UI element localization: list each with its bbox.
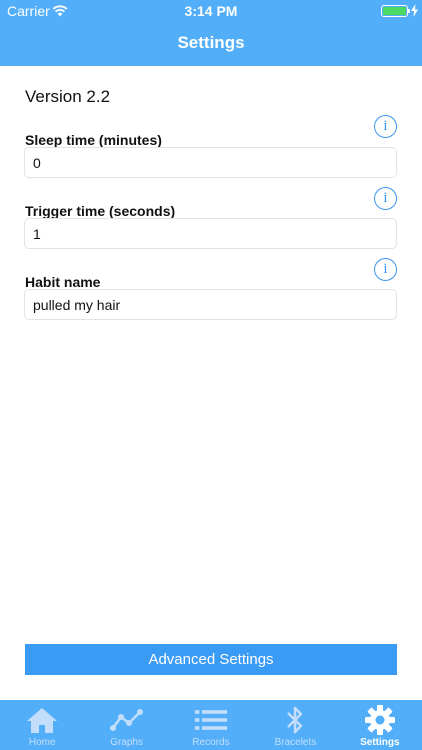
- tab-settings-label: Settings: [360, 737, 400, 748]
- tab-graphs[interactable]: Graphs: [84, 700, 168, 750]
- habit-name-info-icon[interactable]: i: [374, 258, 397, 281]
- graph-icon: [109, 705, 144, 735]
- version-label: Version 2.2: [25, 87, 111, 106]
- trigger-time-input[interactable]: [24, 218, 397, 249]
- trigger-time-label: Trigger time (seconds): [25, 203, 176, 219]
- tab-settings[interactable]: Settings: [338, 700, 422, 750]
- settings-content: Version 2.2 i Sleep time (minutes) i Tri…: [0, 66, 422, 700]
- page-title: Settings: [177, 33, 245, 52]
- bluetooth-icon: [278, 705, 312, 735]
- gear-icon: [363, 705, 397, 735]
- list-icon: [194, 705, 228, 735]
- tab-home[interactable]: Home: [0, 700, 84, 750]
- tab-bracelets-label: Bracelets: [274, 737, 317, 748]
- home-icon: [25, 705, 59, 735]
- charging-icon: [411, 4, 418, 22]
- habit-name-label: Habit name: [25, 274, 101, 290]
- tab-home-label: Home: [28, 737, 56, 748]
- status-time: 3:14 PM: [184, 3, 238, 19]
- sleep-time-input[interactable]: [24, 147, 397, 178]
- habit-name-input[interactable]: [24, 289, 397, 320]
- tab-bracelets[interactable]: Bracelets: [253, 700, 337, 750]
- status-bar: Carrier 3:14 PM: [0, 0, 422, 22]
- tab-bar: Home Graphs Records Bracelets Settings: [0, 700, 422, 750]
- header: Carrier 3:14 PM Settings: [0, 0, 422, 66]
- battery-icon: [381, 5, 408, 17]
- tab-records[interactable]: Records: [169, 700, 253, 750]
- sleep-time-info-icon[interactable]: i: [374, 115, 397, 138]
- trigger-time-info-icon[interactable]: i: [374, 187, 397, 210]
- advanced-settings-button[interactable]: Advanced Settings: [25, 644, 397, 675]
- tab-graphs-label: Graphs: [110, 737, 143, 748]
- sleep-time-label: Sleep time (minutes): [25, 132, 162, 148]
- tab-records-label: Records: [192, 737, 230, 748]
- battery-cap: [408, 9, 410, 13]
